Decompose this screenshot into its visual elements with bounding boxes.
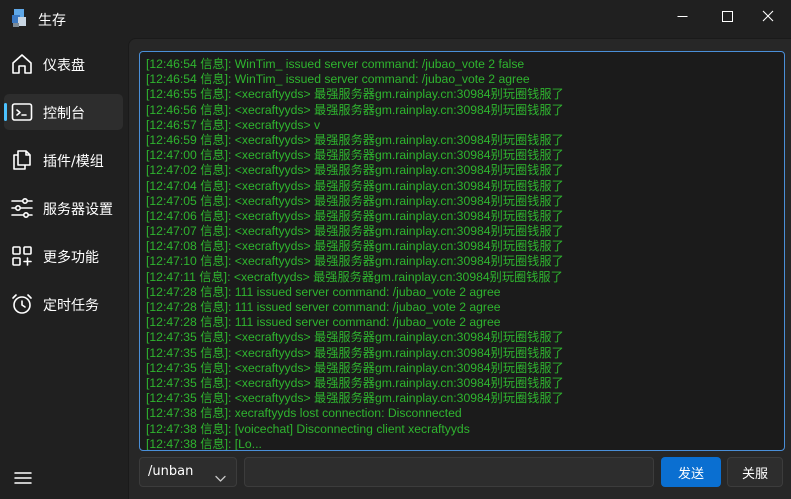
log-line: [12:47:38 信息]: [Lo... <box>146 436 262 451</box>
command-input[interactable] <box>244 457 654 487</box>
log-line: [12:47:28 信息]: 111 issued server command… <box>146 300 501 314</box>
sidebar-item-label: 更多功能 <box>43 250 99 266</box>
stop-server-button[interactable]: 关服 <box>727 457 783 487</box>
sidebar: 仪表盘 控制台 插件/模组 服务器设置 更多功能 定时任务 <box>0 38 128 498</box>
sidebar-item-label: 定时任务 <box>43 298 99 314</box>
title-bar: 生存 <box>0 0 791 38</box>
sidebar-item-label: 控制台 <box>43 106 85 122</box>
app-logo-icon <box>10 8 28 28</box>
command-dropdown[interactable]: /unban <box>139 457 237 487</box>
console-output[interactable]: [12:46:54 信息]: WinTim_ issued server com… <box>139 51 785 451</box>
log-line: [12:47:28 信息]: 111 issued server command… <box>146 315 501 330</box>
log-line: [12:46:54 信息]: WinTim_ issued server com… <box>146 72 530 87</box>
sidebar-item-label: 服务器设置 <box>43 202 113 218</box>
home-icon <box>10 52 34 76</box>
log-line: [12:47:28 信息]: 111 issued server command… <box>146 284 501 299</box>
sidebar-item-label: 仪表盘 <box>43 58 85 74</box>
window-close-button[interactable] <box>745 0 791 32</box>
copy-icon <box>10 148 34 172</box>
log-line: [12:46:59 信息]: <xecraftyyds> 最强服务器gm.rai… <box>146 132 564 147</box>
sidebar-item-label: 插件/模组 <box>43 154 104 170</box>
log-line: [12:47:07 信息]: <xecraftyyds> 最强服务器gm.rai… <box>146 224 564 239</box>
sidebar-item-dashboard[interactable]: 仪表盘 <box>4 46 123 82</box>
log-line: [12:47:35 信息]: <xecraftyyds> 最强服务器gm.rai… <box>146 330 564 345</box>
sidebar-item-server-settings[interactable]: 服务器设置 <box>4 190 123 226</box>
apps-add-icon <box>10 244 34 268</box>
sidebar-item-plugins[interactable]: 插件/模组 <box>4 142 123 178</box>
log-line: [12:47:04 信息]: <xecraftyyds> 最强服务器gm.rai… <box>146 178 564 193</box>
sidebar-item-scheduled-tasks[interactable]: 定时任务 <box>4 286 123 322</box>
sidebar-item-more-features[interactable]: 更多功能 <box>4 238 123 274</box>
minimize-button[interactable] <box>659 0 705 32</box>
command-dropdown-value: /unban <box>148 464 194 479</box>
log-line: [12:46:56 信息]: <xecraftyyds> 最强服务器gm.rai… <box>146 102 564 117</box>
maximize-button[interactable] <box>704 0 750 32</box>
console-page: [12:46:54 信息]: WinTim_ issued server com… <box>128 38 791 499</box>
sidebar-item-console[interactable]: 控制台 <box>4 94 123 130</box>
log-line: [12:47:35 信息]: <xecraftyyds> 最强服务器gm.rai… <box>146 391 564 406</box>
log-line: [12:47:10 信息]: <xecraftyyds> 最强服务器gm.rai… <box>146 254 564 269</box>
log-line: [12:47:11 信息]: <xecraftyyds> 最强服务器gm.rai… <box>146 269 563 284</box>
chevron-down-icon <box>215 468 226 482</box>
window-title: 生存 <box>38 13 66 29</box>
log-line: [12:47:38 信息]: xecraftyyds lost connecti… <box>146 406 462 421</box>
log-line: [12:47:38 信息]: [voicechat] Disconnecting… <box>146 421 470 436</box>
maximize-icon <box>721 7 733 26</box>
log-line: [12:47:06 信息]: <xecraftyyds> 最强服务器gm.rai… <box>146 208 564 223</box>
log-line: [12:47:35 信息]: <xecraftyyds> 最强服务器gm.rai… <box>146 345 564 360</box>
active-indicator <box>4 103 7 121</box>
terminal-icon <box>10 100 34 124</box>
log-line: [12:47:08 信息]: <xecraftyyds> 最强服务器gm.rai… <box>146 239 564 254</box>
console-log: [12:46:54 信息]: WinTim_ issued server com… <box>146 57 780 450</box>
close-icon <box>762 7 774 26</box>
send-button[interactable]: 发送 <box>661 457 721 487</box>
log-line: [12:46:57 信息]: <xecraftyyds> v <box>146 117 321 132</box>
sliders-icon <box>10 196 34 220</box>
log-line: [12:47:02 信息]: <xecraftyyds> 最强服务器gm.rai… <box>146 163 564 178</box>
log-line: [12:47:05 信息]: <xecraftyyds> 最强服务器gm.rai… <box>146 193 564 208</box>
log-line: [12:46:55 信息]: <xecraftyyds> 最强服务器gm.rai… <box>146 87 564 102</box>
log-line: [12:47:00 信息]: <xecraftyyds> 最强服务器gm.rai… <box>146 148 564 163</box>
minimize-icon <box>677 7 688 26</box>
log-line: [12:47:35 信息]: <xecraftyyds> 最强服务器gm.rai… <box>146 360 564 375</box>
log-line: [12:46:54 信息]: WinTim_ issued server com… <box>146 57 525 71</box>
hamburger-icon[interactable] <box>14 470 32 484</box>
alarm-icon <box>10 292 34 316</box>
log-line: [12:47:35 信息]: <xecraftyyds> 最强服务器gm.rai… <box>146 375 564 390</box>
